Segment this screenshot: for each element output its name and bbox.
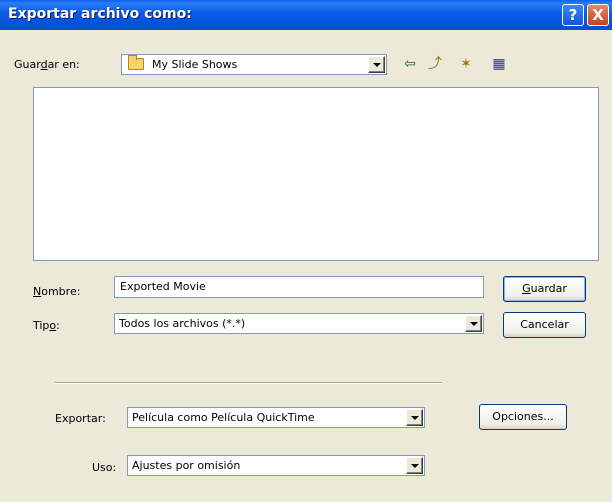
help-button[interactable]: ? [562, 4, 584, 26]
name-label: Nombre: [33, 285, 81, 298]
save-in-label: Guardar en: [14, 58, 80, 71]
use-settings-value: Ajustes por omisión [132, 459, 241, 472]
export-format-combo[interactable]: Película como Película QuickTime [127, 407, 425, 428]
save-in-value: My Slide Shows [152, 58, 238, 71]
options-button[interactable]: Opciones... [479, 404, 567, 430]
file-name-value: Exported Movie [120, 280, 206, 293]
save-in-combo[interactable]: My Slide Shows [121, 54, 387, 75]
folder-icon [128, 55, 144, 70]
export-label: Exportar: [55, 412, 106, 425]
up-folder-icon[interactable]: ⤴ [425, 54, 445, 74]
new-folder-icon[interactable]: ✶ [456, 54, 476, 74]
file-type-value: Todos los archivos (*.*) [119, 317, 246, 330]
chevron-down-icon[interactable] [368, 56, 385, 73]
use-label: Uso: [92, 461, 117, 474]
dialog-title: Exportar archivo como: [8, 6, 192, 22]
cancel-button[interactable]: Cancelar [503, 312, 586, 338]
section-divider [55, 382, 442, 384]
file-name-input[interactable]: Exported Movie [114, 276, 484, 298]
back-icon[interactable]: ⇦ [400, 54, 420, 74]
title-bar[interactable]: Exportar archivo como: ? X [0, 0, 612, 30]
chevron-down-icon[interactable] [406, 409, 423, 426]
close-button[interactable]: X [587, 4, 609, 26]
chevron-down-icon[interactable] [406, 457, 423, 474]
export-file-dialog: Exportar archivo como: ? X Guardar en: M… [0, 0, 612, 502]
file-list[interactable] [33, 87, 599, 261]
file-type-combo[interactable]: Todos los archivos (*.*) [114, 313, 484, 334]
use-settings-combo[interactable]: Ajustes por omisión [127, 455, 425, 476]
export-format-value: Película como Película QuickTime [132, 411, 315, 424]
save-button[interactable]: Guardar [503, 276, 586, 302]
type-label: Tipo: [33, 319, 60, 332]
chevron-down-icon[interactable] [465, 315, 482, 332]
view-menu-icon[interactable]: ▦ [489, 54, 509, 74]
